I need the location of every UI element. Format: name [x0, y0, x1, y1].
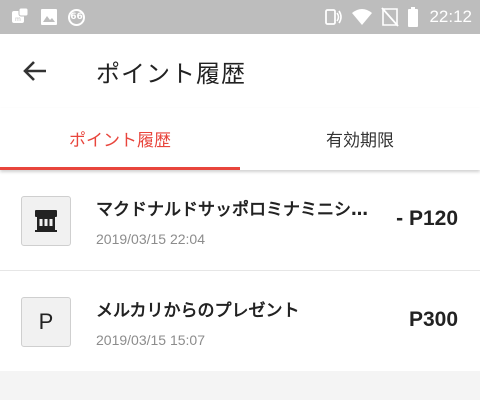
- merchant-icon-box: [21, 196, 71, 246]
- no-sim-icon: [381, 7, 400, 27]
- history-item-title: マクドナルドサッポロミナミニシヨジョウテン: [96, 200, 374, 220]
- arrow-back-icon: [23, 61, 46, 81]
- nfc-icon: [323, 7, 343, 27]
- svg-text:m: m: [15, 16, 21, 23]
- history-item[interactable]: P メルカリからのプレゼント 2019/03/15 15:07 P300: [0, 271, 480, 371]
- tab-bar: ポイント履歴 有効期限: [0, 108, 480, 170]
- merchant-icon-box: P: [21, 297, 71, 347]
- page-title: ポイント履歴: [96, 60, 246, 88]
- app-bar: ポイント履歴: [0, 34, 480, 108]
- notification-badge: 66: [68, 8, 85, 26]
- history-item-date: 2019/03/15 22:04: [96, 231, 205, 247]
- status-bar-right: 22:12: [315, 7, 472, 27]
- wifi-icon: [351, 8, 373, 26]
- tab-label: ポイント履歴: [69, 130, 171, 151]
- history-item-amount: P300: [408, 308, 458, 331]
- history-item[interactable]: マクドナルドサッポロミナミニシヨジョウテン 2019/03/15 22:04 -…: [0, 170, 480, 271]
- tab-point-history[interactable]: ポイント履歴: [0, 108, 240, 170]
- history-list: マクドナルドサッポロミナミニシヨジョウテン 2019/03/15 22:04 -…: [0, 170, 480, 371]
- history-item-amount: - P120: [396, 207, 458, 230]
- battery-icon: [407, 7, 419, 27]
- history-item-date: 2019/03/15 15:07: [96, 332, 205, 348]
- tab-label: 有効期限: [326, 130, 394, 151]
- history-item-title: メルカリからのプレゼント: [96, 301, 300, 321]
- status-time: 22:12: [429, 7, 472, 26]
- image-notification-icon: [40, 8, 58, 26]
- status-bar-left: m 66: [10, 7, 95, 27]
- screen: m 66 22:12 ポイント履歴 ポイント履歴 有効期限 マクドナルドサッポロ…: [0, 0, 480, 400]
- store-icon: [35, 210, 57, 232]
- mercari-notification-icon: m: [10, 7, 30, 27]
- letter-icon: P: [38, 309, 54, 334]
- badge-66-icon: 66: [68, 8, 85, 26]
- back-button[interactable]: [20, 58, 50, 84]
- status-bar: m 66 22:12: [0, 0, 480, 34]
- tab-expiration[interactable]: 有効期限: [240, 108, 480, 170]
